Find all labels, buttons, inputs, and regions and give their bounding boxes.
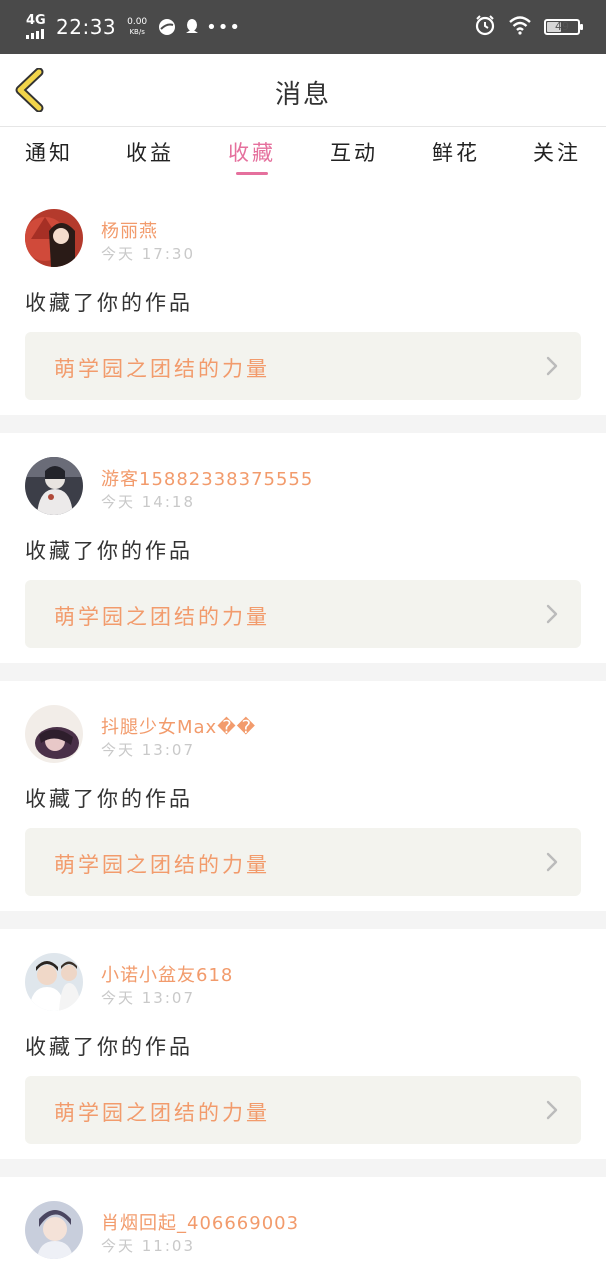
notification-card: 游客15882338375555 今天 14:18 收藏了你的作品 萌学园之团结… bbox=[0, 433, 606, 663]
work-link[interactable]: 萌学园之团结的力量 bbox=[25, 332, 581, 400]
timestamp: 今天 17:30 bbox=[101, 245, 195, 263]
clock: 22:33 bbox=[56, 15, 117, 39]
action-text: 收藏了你的作品 bbox=[25, 1035, 193, 1059]
timestamp: 今天 13:07 bbox=[101, 989, 195, 1007]
tab-bar: 通知 收益 收藏 互动 鲜花 关注 bbox=[0, 127, 606, 181]
tab-notice[interactable]: 通知 bbox=[9, 137, 89, 167]
more-dots-icon: ••• bbox=[206, 16, 241, 38]
battery-icon: 49 bbox=[544, 19, 583, 35]
username[interactable]: 抖腿少女Max�� bbox=[101, 713, 256, 739]
username[interactable]: 游客15882338375555 bbox=[101, 465, 313, 491]
chevron-right-icon bbox=[546, 356, 558, 376]
card-divider bbox=[0, 415, 606, 433]
speed-value: 0.00 bbox=[127, 17, 148, 27]
chevron-right-icon bbox=[546, 852, 558, 872]
notification-card: 小诺小盆友618 今天 13:07 收藏了你的作品 萌学园之团结的力量 bbox=[0, 929, 606, 1159]
alarm-icon bbox=[474, 14, 496, 40]
nav-bar: 消息 bbox=[0, 54, 606, 127]
avatar[interactable] bbox=[25, 457, 83, 515]
card-divider bbox=[0, 1159, 606, 1177]
battery-level: 49 bbox=[555, 20, 569, 33]
browser-icon bbox=[158, 18, 176, 36]
work-title: 萌学园之团结的力量 bbox=[54, 357, 270, 381]
tab-favorites[interactable]: 收藏 bbox=[212, 137, 292, 167]
avatar[interactable] bbox=[25, 953, 83, 1011]
avatar[interactable] bbox=[25, 209, 83, 267]
work-link[interactable]: 萌学园之团结的力量 bbox=[25, 580, 581, 648]
signal-icon: 4G bbox=[26, 13, 48, 39]
chevron-right-icon bbox=[546, 604, 558, 624]
avatar[interactable] bbox=[25, 1201, 83, 1259]
card-divider bbox=[0, 663, 606, 681]
username[interactable]: 杨丽燕 bbox=[101, 217, 158, 243]
notification-card: 杨丽燕 今天 17:30 收藏了你的作品 萌学园之团结的力量 bbox=[0, 185, 606, 415]
action-text: 收藏了你的作品 bbox=[25, 787, 193, 811]
notification-card: 肖烟回起_406669003 今天 11:03 bbox=[0, 1177, 606, 1280]
network-type: 4G bbox=[26, 13, 46, 28]
wifi-icon bbox=[508, 15, 532, 39]
speed-unit: KB/s bbox=[129, 28, 145, 36]
timestamp: 今天 13:07 bbox=[101, 741, 195, 759]
work-title: 萌学园之团结的力量 bbox=[54, 605, 270, 629]
active-tab-indicator bbox=[236, 172, 268, 175]
tab-flowers[interactable]: 鲜花 bbox=[416, 137, 496, 167]
work-link[interactable]: 萌学园之团结的力量 bbox=[25, 1076, 581, 1144]
username[interactable]: 小诺小盆友618 bbox=[101, 961, 233, 987]
card-divider bbox=[0, 911, 606, 929]
qq-icon bbox=[184, 18, 200, 36]
work-link[interactable]: 萌学园之团结的力量 bbox=[25, 828, 581, 896]
tab-interactions[interactable]: 互动 bbox=[314, 137, 394, 167]
timestamp: 今天 11:03 bbox=[101, 1237, 195, 1255]
work-title: 萌学园之团结的力量 bbox=[54, 1101, 270, 1125]
avatar[interactable] bbox=[25, 705, 83, 763]
tab-follows[interactable]: 关注 bbox=[517, 137, 597, 167]
timestamp: 今天 14:18 bbox=[101, 493, 195, 511]
action-text: 收藏了你的作品 bbox=[25, 539, 193, 563]
username[interactable]: 肖烟回起_406669003 bbox=[101, 1209, 299, 1235]
action-text: 收藏了你的作品 bbox=[25, 291, 193, 315]
network-speed: 0.00 KB/s bbox=[124, 17, 150, 37]
work-title: 萌学园之团结的力量 bbox=[54, 853, 270, 877]
status-bar: 4G 22:33 0.00 KB/s ••• 49 bbox=[0, 0, 606, 54]
tab-earnings[interactable]: 收益 bbox=[110, 137, 190, 167]
chevron-right-icon bbox=[546, 1100, 558, 1120]
notification-card: 抖腿少女Max�� 今天 13:07 收藏了你的作品 萌学园之团结的力量 bbox=[0, 681, 606, 911]
page-title: 消息 bbox=[274, 80, 331, 110]
